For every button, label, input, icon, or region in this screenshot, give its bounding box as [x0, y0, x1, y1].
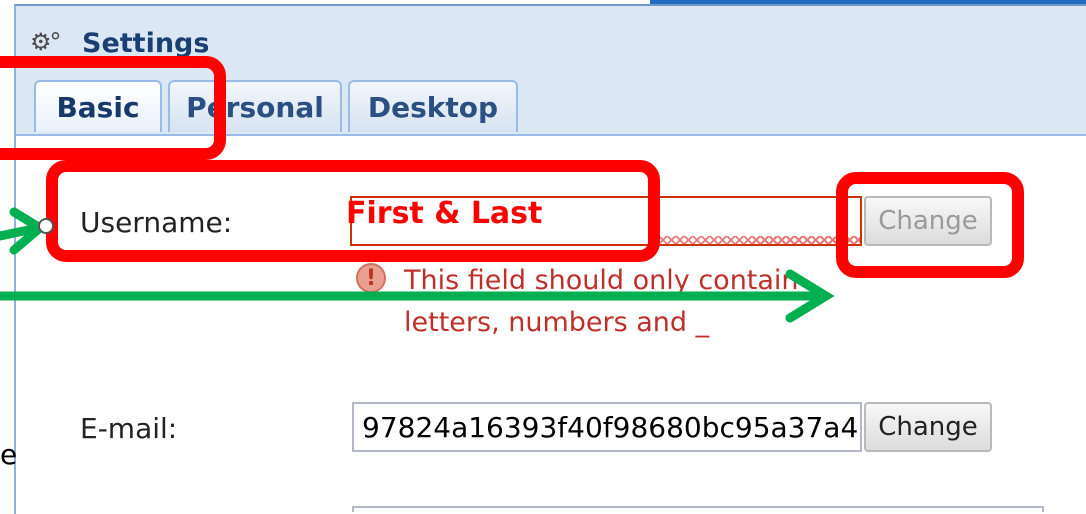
arrow-to-username: [0, 207, 48, 255]
annotation-arrows: [0, 207, 835, 323]
arrow-to-change: [0, 269, 835, 323]
connector-dot: [38, 218, 54, 234]
